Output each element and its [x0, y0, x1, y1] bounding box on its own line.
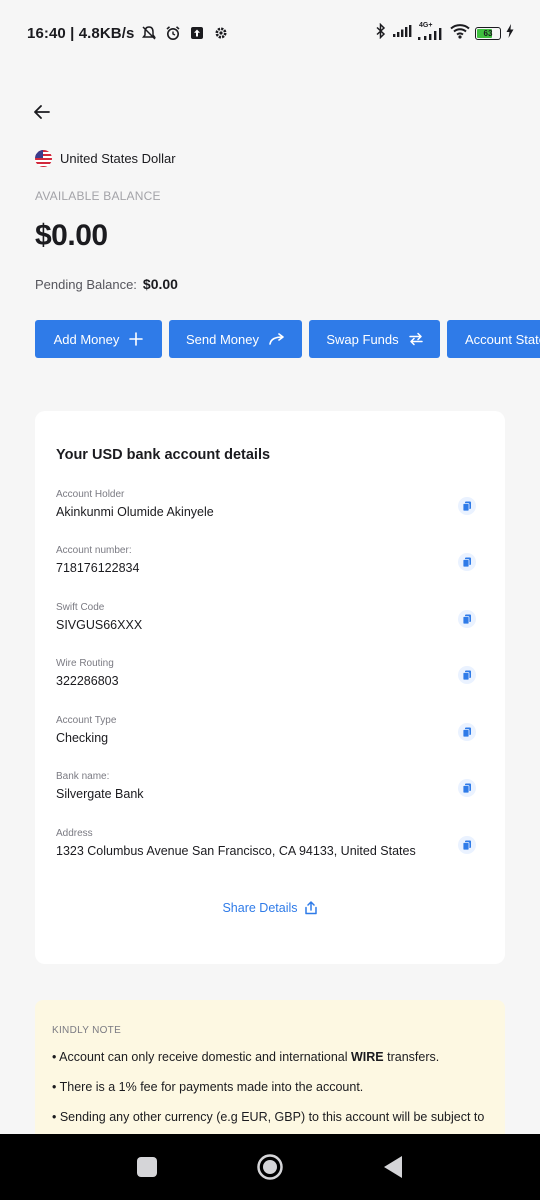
copy-icon [462, 783, 471, 793]
upload-notification-icon [188, 24, 206, 42]
detail-label: Address [56, 828, 93, 839]
note-item-fee: • There is a 1% fee for payments made in… [52, 1080, 364, 1094]
copy-account-type-button[interactable] [458, 723, 476, 741]
detail-value: Akinkunmi Olumide Akinyele [56, 505, 214, 519]
currency-name: United States Dollar [60, 151, 176, 166]
pending-balance: Pending Balance: $0.00 [35, 276, 178, 292]
detail-label: Bank name: [56, 771, 110, 782]
status-right: 4G+ 63 [375, 22, 514, 43]
share-details-label: Share Details [222, 901, 298, 915]
recents-icon [137, 1157, 157, 1177]
us-flag-icon [35, 150, 52, 167]
pending-balance-label: Pending Balance: [35, 277, 137, 292]
swap-funds-label: Swap Funds [326, 331, 399, 347]
charging-icon [506, 24, 514, 42]
action-buttons-row: Add Money Send Money Swap Funds Account … [35, 320, 540, 358]
plus-icon [129, 332, 144, 346]
back-triangle-icon [384, 1156, 402, 1178]
bluetooth-icon [375, 22, 387, 43]
bank-details-card: Your USD bank account details Account Ho… [35, 411, 505, 964]
detail-wire-routing: Wire Routing 322286803 [56, 658, 484, 702]
copy-wire-routing-button[interactable] [458, 666, 476, 684]
back-nav-button[interactable] [380, 1154, 406, 1180]
settings-gear-icon [212, 24, 230, 42]
status-left: 16:40 | 4.8KB/s [27, 24, 230, 42]
copy-account-number-button[interactable] [458, 553, 476, 571]
share-icon [304, 901, 317, 915]
send-money-button[interactable]: Send Money [169, 320, 302, 358]
copy-icon [462, 840, 471, 850]
battery-percent: 63 [483, 28, 493, 38]
detail-label: Wire Routing [56, 658, 114, 669]
copy-swift-code-button[interactable] [458, 610, 476, 628]
available-balance-amount: $0.00 [35, 219, 108, 252]
detail-value: 718176122834 [56, 561, 140, 575]
copy-icon [462, 670, 471, 680]
kindly-note-panel: KINDLY NOTE • Account can only receive d… [35, 1000, 505, 1150]
detail-account-holder: Account Holder Akinkunmi Olumide Akinyel… [56, 489, 484, 533]
wifi-icon [450, 23, 470, 43]
home-button[interactable] [257, 1154, 283, 1180]
system-nav-bar [0, 1134, 540, 1200]
currency-header: United States Dollar [35, 150, 176, 167]
signal-4g-icon: 4G+ [417, 22, 445, 41]
detail-value: Silvergate Bank [56, 787, 144, 801]
detail-address: Address 1323 Columbus Avenue San Francis… [56, 828, 484, 872]
note-item-text: • Account can only receive domestic and … [52, 1050, 351, 1064]
account-statement-button[interactable]: Account State [447, 320, 540, 358]
recents-button[interactable] [134, 1154, 160, 1180]
note-item-wire: • Account can only receive domestic and … [52, 1049, 488, 1066]
copy-icon [462, 557, 471, 567]
signal-icon [392, 24, 412, 42]
detail-account-type: Account Type Checking [56, 715, 484, 759]
battery-icon: 63 [475, 26, 501, 40]
note-title: KINDLY NOTE [52, 1025, 122, 1036]
detail-value: 1323 Columbus Avenue San Francisco, CA 9… [56, 844, 416, 858]
copy-icon [462, 501, 471, 511]
note-item-text: transfers. [383, 1050, 440, 1064]
share-details-button[interactable]: Share Details [35, 901, 505, 915]
available-balance-label: AVAILABLE BALANCE [35, 189, 161, 203]
mute-icon [140, 24, 158, 42]
note-item-currency: • Sending any other currency (e.g EUR, G… [52, 1110, 485, 1124]
detail-label: Account Type [56, 715, 117, 726]
status-time: 16:40 | 4.8KB/s [27, 24, 135, 42]
add-money-label: Add Money [53, 331, 120, 347]
back-button[interactable] [30, 100, 54, 124]
alarm-icon [164, 24, 182, 42]
send-arrow-icon [269, 333, 284, 345]
detail-label: Account Holder [56, 489, 125, 500]
swap-icon [408, 332, 423, 346]
home-icon [257, 1154, 283, 1180]
detail-label: Account number: [56, 545, 132, 556]
send-money-label: Send Money [186, 331, 259, 347]
swap-funds-button[interactable]: Swap Funds [309, 320, 440, 358]
detail-account-number: Account number: 718176122834 [56, 545, 484, 589]
detail-value: 322286803 [56, 674, 119, 688]
bank-details-title: Your USD bank account details [56, 447, 271, 463]
detail-bank-name: Bank name: Silvergate Bank [56, 771, 484, 815]
add-money-button[interactable]: Add Money [35, 320, 162, 358]
back-arrow-icon [34, 105, 50, 119]
detail-value: SIVGUS66XXX [56, 618, 143, 632]
note-item-bold: WIRE [351, 1050, 384, 1064]
copy-bank-name-button[interactable] [458, 779, 476, 797]
account-statement-label: Account State [465, 331, 540, 347]
copy-icon [462, 614, 471, 624]
detail-swift-code: Swift Code SIVGUS66XXX [56, 602, 484, 646]
copy-icon [462, 727, 471, 737]
status-bar: 16:40 | 4.8KB/s 4G+ 63 [0, 0, 540, 66]
copy-account-holder-button[interactable] [458, 497, 476, 515]
pending-balance-amount: $0.00 [142, 276, 178, 292]
detail-value: Checking [56, 731, 109, 745]
copy-address-button[interactable] [458, 836, 476, 854]
detail-label: Swift Code [56, 602, 105, 613]
